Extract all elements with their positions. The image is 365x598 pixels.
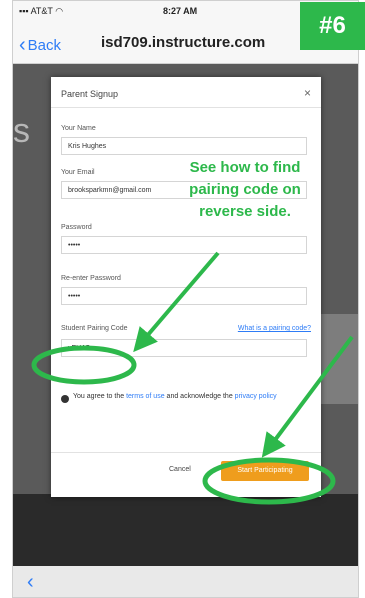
back-button[interactable]: ‹ Back (19, 33, 61, 56)
reenter-password-input[interactable]: ••••• (61, 287, 307, 305)
pairing-code-help-link[interactable]: What is a pairing code? (238, 325, 311, 332)
phone-screen: ▪▪▪ AT&T ◠ 8:27 AM ‹ Back isd709.instruct… (12, 0, 359, 598)
name-input[interactable]: Kris Hughes (61, 137, 307, 155)
password-label: Password (61, 224, 92, 231)
name-label: Your Name (61, 125, 96, 132)
pairing-code-label: Student Pairing Code (61, 325, 128, 332)
privacy-link[interactable]: privacy policy (235, 393, 277, 400)
password-input[interactable]: ••••• (61, 236, 307, 254)
signal-icon: ▪▪▪ (19, 6, 31, 16)
status-time: 8:27 AM (163, 6, 198, 16)
carrier-text: AT&T (30, 6, 53, 16)
agree-text: You agree to the terms of use and acknow… (73, 392, 303, 402)
agree-middle: and acknowledge the (166, 393, 233, 400)
terms-link[interactable]: terms of use (126, 393, 165, 400)
pairing-code-input[interactable]: vEHA5 (61, 339, 307, 357)
url-label: isd709.instructure.com (101, 34, 266, 51)
browser-bottom-bar: ‹ (13, 566, 358, 597)
annotation-line-1: See how to find (189, 159, 301, 176)
annotation-note: See how to find pairing code on reverse … (160, 157, 330, 223)
chevron-left-icon: ‹ (19, 34, 26, 56)
back-label: Back (27, 37, 62, 54)
annotation-line-2: pairing code on (189, 181, 301, 198)
modal-title: Parent Signup (61, 89, 119, 99)
divider (51, 107, 321, 108)
footer-divider (51, 452, 321, 453)
background-text: s (13, 112, 30, 150)
cancel-button[interactable]: Cancel (169, 466, 191, 473)
chevron-left-icon[interactable]: ‹ (27, 571, 34, 594)
close-icon[interactable]: × (304, 86, 311, 100)
carrier-label: ▪▪▪ AT&T ◠ (19, 6, 63, 17)
wifi-icon: ◠ (52, 6, 64, 16)
reenter-password-label: Re-enter Password (61, 275, 121, 282)
start-participating-button[interactable]: Start Participating (221, 461, 309, 481)
parent-signup-modal: Parent Signup × Your Name Kris Hughes Yo… (51, 77, 321, 497)
step-badge: #6 (300, 2, 365, 50)
annotation-line-3: reverse side. (199, 203, 291, 220)
agree-prefix: You agree to the (73, 393, 125, 400)
agree-checkbox[interactable] (61, 395, 69, 403)
email-label: Your Email (61, 169, 95, 176)
